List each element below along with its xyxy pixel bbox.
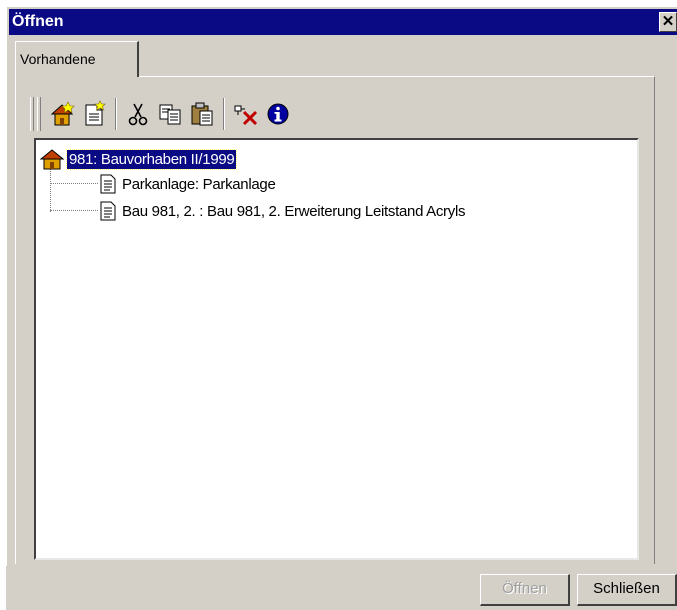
toolbar-grip[interactable] xyxy=(37,97,41,131)
tree-root-label: 981: Bauvorhaben II/1999 xyxy=(65,148,238,170)
new-project-button[interactable] xyxy=(47,98,77,130)
delete-button[interactable] xyxy=(231,98,261,130)
title-bar[interactable]: Öffnen ✕ xyxy=(9,9,677,35)
tree-item-label: Parkanlage: Parkanlage xyxy=(122,175,276,193)
tree-connector xyxy=(50,183,98,184)
document-icon xyxy=(100,174,116,194)
info-button[interactable] xyxy=(263,98,293,130)
project-tree[interactable]: 981: Bauvorhaben II/1999 Parkanlage: Par… xyxy=(34,138,639,560)
new-document-icon xyxy=(85,100,106,126)
paste-button[interactable] xyxy=(187,98,217,130)
tab-label: Vorhandene xyxy=(20,51,96,67)
document-icon xyxy=(100,201,116,221)
toolbar-separator xyxy=(223,98,225,130)
tab-vorhandene[interactable]: Vorhandene xyxy=(15,41,139,77)
tree-item-label: Bau 981, 2. : Bau 981, 2. Erweiterung Le… xyxy=(122,202,466,220)
info-icon xyxy=(267,103,289,125)
delete-icon xyxy=(234,105,258,126)
cut-icon xyxy=(128,103,148,126)
tree-connector xyxy=(50,168,51,212)
toolbar-separator xyxy=(115,98,117,130)
close-window-button[interactable]: ✕ xyxy=(659,12,677,32)
close-button[interactable]: Schließen xyxy=(577,574,677,606)
tree-root-node[interactable]: 981: Bauvorhaben II/1999 xyxy=(40,148,238,170)
copy-button[interactable] xyxy=(155,98,185,130)
open-button[interactable]: Öffnen xyxy=(480,574,570,606)
toolbar-grip[interactable] xyxy=(30,97,34,131)
cut-button[interactable] xyxy=(123,98,153,130)
new-document-button[interactable] xyxy=(79,98,109,130)
paste-icon xyxy=(191,102,213,126)
toolbar xyxy=(30,94,295,134)
window-title: Öffnen xyxy=(12,13,64,30)
new-project-icon xyxy=(50,101,75,126)
tree-item-parkanlage[interactable]: Parkanlage: Parkanlage xyxy=(100,173,276,195)
tree-item-bau-981[interactable]: Bau 981, 2. : Bau 981, 2. Erweiterung Le… xyxy=(100,200,465,222)
house-icon xyxy=(40,149,64,170)
tree-connector xyxy=(50,210,98,211)
copy-icon xyxy=(159,104,181,125)
